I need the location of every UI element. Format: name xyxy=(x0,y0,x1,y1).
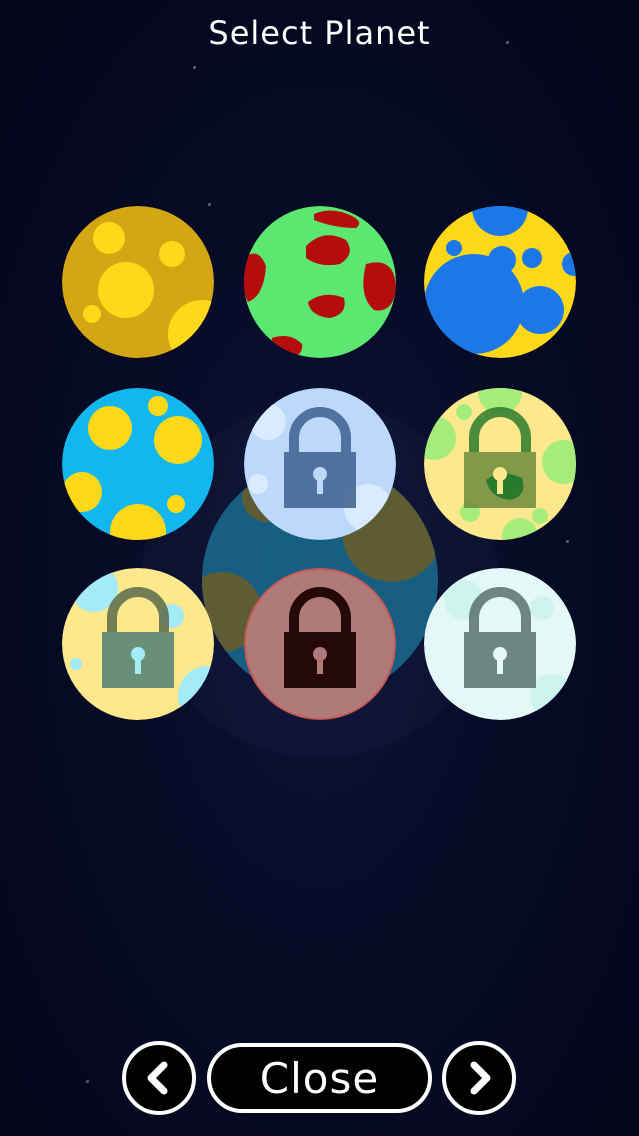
star xyxy=(86,1080,89,1083)
star xyxy=(506,41,509,44)
planet-3[interactable] xyxy=(424,206,576,358)
planet-6[interactable] xyxy=(424,388,576,540)
star xyxy=(193,66,196,69)
next-button[interactable] xyxy=(442,1041,516,1115)
close-button[interactable]: Close xyxy=(207,1043,432,1113)
planet-8[interactable] xyxy=(244,568,396,720)
chevron-left-icon xyxy=(147,1061,168,1095)
planet-7[interactable] xyxy=(62,568,214,720)
planet-1[interactable] xyxy=(62,206,214,358)
planet-9[interactable] xyxy=(424,568,576,720)
chevron-right-icon xyxy=(470,1061,491,1095)
prev-button[interactable] xyxy=(122,1041,196,1115)
planet-2[interactable] xyxy=(244,206,396,358)
planet-4[interactable] xyxy=(62,388,214,540)
planet-5[interactable] xyxy=(244,388,396,540)
page-title: Select Planet xyxy=(208,14,431,52)
close-button-label: Close xyxy=(259,1053,380,1103)
star xyxy=(566,540,569,543)
